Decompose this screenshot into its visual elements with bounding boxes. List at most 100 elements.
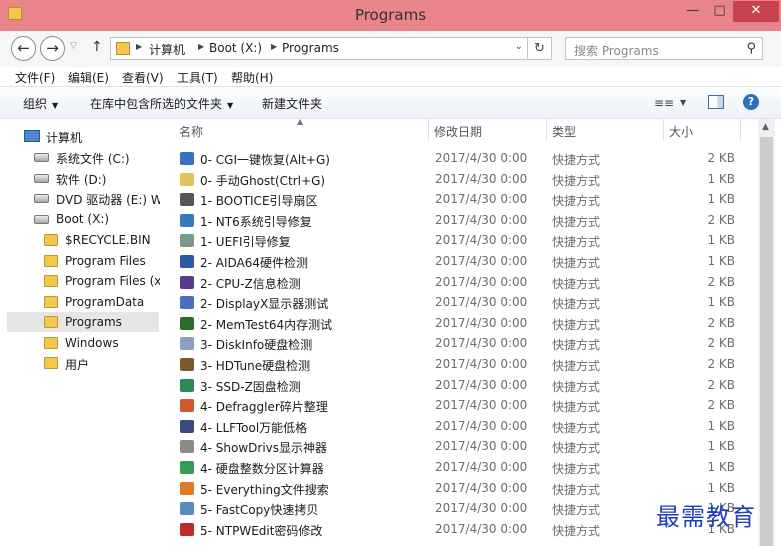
organize-button[interactable]: 组织 ▼ (23, 95, 58, 112)
drive-icon (34, 153, 49, 162)
refresh-button[interactable]: ↻ (528, 37, 552, 60)
nav-item-drive-c[interactable]: 系统文件 (C:) (32, 147, 160, 167)
column-header-size[interactable]: 大小 (669, 123, 693, 140)
nav-item-programs[interactable]: Programs (7, 312, 159, 332)
chevron-right-icon[interactable]: ▶ (271, 42, 277, 51)
displayx-icon (180, 296, 194, 310)
file-row[interactable]: 2- MemTest64内存测试 2017/4/30 0:00 快捷方式 2 KB (163, 313, 758, 334)
file-row[interactable]: 4- Defraggler碎片整理 2017/4/30 0:00 快捷方式 2 KB (163, 395, 758, 416)
nav-item-drive-d[interactable]: 软件 (D:) (32, 168, 160, 188)
close-button[interactable]: ✕ (733, 1, 779, 22)
file-row[interactable]: 1- NT6系统引导修复 2017/4/30 0:00 快捷方式 2 KB (163, 210, 758, 231)
file-row[interactable]: 0- 手动Ghost(Ctrl+G) 2017/4/30 0:00 快捷方式 1 KB (163, 169, 758, 190)
chevron-down-icon: ▼ (52, 101, 59, 110)
defraggler-icon (180, 399, 194, 413)
help-icon[interactable]: ? (743, 94, 759, 110)
maximize-button[interactable]: □ (706, 1, 733, 22)
folder-icon (44, 337, 58, 349)
folder-icon (44, 275, 58, 287)
column-divider[interactable] (663, 119, 664, 141)
menu-help[interactable]: 帮助(H) (231, 69, 273, 86)
recent-locations-chevron-down-icon[interactable]: ▽ (70, 41, 77, 51)
search-input[interactable]: 搜索 Programs ⚲ (565, 37, 763, 60)
file-row[interactable]: 0- CGI一键恢复(Alt+G) 2017/4/30 0:00 快捷方式 2 KB (163, 148, 758, 169)
file-modified-date: 2017/4/30 0:00 (435, 357, 528, 371)
vertical-scrollbar[interactable]: ▲ (758, 119, 775, 546)
column-divider[interactable] (428, 119, 429, 141)
breadcrumb-computer[interactable]: 计算机 (149, 41, 185, 58)
file-modified-date: 2017/4/30 0:00 (435, 151, 528, 165)
file-size: 1 KB (707, 418, 735, 433)
preview-pane-icon[interactable] (708, 95, 724, 109)
menu-view[interactable]: 查看(V) (122, 69, 164, 86)
file-row[interactable]: 4- ShowDrivs显示神器 2017/4/30 0:00 快捷方式 1 KB (163, 436, 758, 457)
file-row[interactable]: 2- DisplayX显示器测试 2017/4/30 0:00 快捷方式 1 KB (163, 292, 758, 313)
search-icon[interactable]: ⚲ (746, 41, 756, 56)
breadcrumb-boot-drive[interactable]: Boot (X:) (209, 41, 262, 55)
file-row[interactable]: 3- HDTune硬盘检测 2017/4/30 0:00 快捷方式 2 KB (163, 354, 758, 375)
column-divider[interactable] (546, 119, 547, 141)
folder-icon (44, 296, 58, 308)
file-modified-date: 2017/4/30 0:00 (435, 233, 528, 248)
file-list: ▲ 名称 修改日期 类型 大小 0- CGI一键恢复(Alt+G) 2017/4/… (163, 119, 758, 546)
chevron-right-icon[interactable]: ▶ (136, 42, 142, 51)
include-in-library-button[interactable]: 在库中包含所选的文件夹 ▼ (90, 95, 233, 112)
up-arrow-icon[interactable]: ↑ (91, 39, 103, 55)
view-options-icon[interactable]: ≡≡ (654, 96, 674, 110)
minimize-button[interactable]: — (679, 1, 706, 22)
nav-item-windows[interactable]: Windows (42, 333, 160, 353)
file-row[interactable]: 3- SSD-Z固盘检测 2017/4/30 0:00 快捷方式 2 KB (163, 375, 758, 396)
back-button[interactable]: ← (11, 36, 36, 61)
file-row[interactable]: 1- BOOTICE引导扇区 2017/4/30 0:00 快捷方式 1 KB (163, 189, 758, 210)
file-modified-date: 2017/4/30 0:00 (435, 192, 528, 207)
nav-item-dvd-drive[interactable]: DVD 驱动器 (E:) Wi (32, 188, 160, 208)
file-size: 1 KB (707, 460, 735, 474)
file-row[interactable]: 2- AIDA64硬件检测 2017/4/30 0:00 快捷方式 1 KB (163, 251, 758, 272)
file-modified-date: 2017/4/30 0:00 (435, 521, 528, 536)
nav-item-boot-drive[interactable]: Boot (X:) (32, 209, 160, 229)
column-divider[interactable] (740, 119, 741, 141)
fastcopy-icon (180, 502, 194, 516)
file-row[interactable]: 3- DiskInfo硬盘检测 2017/4/30 0:00 快捷方式 2 KB (163, 333, 758, 354)
column-header-type[interactable]: 类型 (552, 123, 576, 140)
menu-edit[interactable]: 编辑(E) (68, 69, 109, 86)
file-row[interactable]: 2- CPU-Z信息检测 2017/4/30 0:00 快捷方式 2 KB (163, 272, 758, 293)
file-name: 1- UEFI引导修复 (200, 235, 291, 250)
nav-item-users[interactable]: 用户 (42, 353, 160, 373)
address-bar[interactable]: ▶ 计算机 ▶ Boot (X:) ▶ Programs ⌄ (110, 37, 528, 60)
file-size: 1 KB (707, 439, 735, 454)
column-header-name[interactable]: 名称 (179, 123, 203, 140)
file-name: 4- ShowDrivs显示神器 (200, 441, 328, 456)
nav-item-computer[interactable]: 计算机 (20, 126, 160, 146)
file-type: 快捷方式 (552, 276, 601, 291)
address-toolbar: ← → ▽ ↑ ▶ 计算机 ▶ Boot (X:) ▶ Programs ⌄ ↻… (0, 31, 781, 67)
file-modified-date: 2017/4/30 0:00 (435, 418, 528, 433)
cpuz-icon (180, 275, 194, 289)
chevron-down-icon[interactable]: ⌄ (515, 41, 523, 52)
nav-item-programdata[interactable]: ProgramData (42, 292, 160, 312)
menu-tools[interactable]: 工具(T) (177, 69, 218, 86)
scroll-up-arrow-icon[interactable]: ▲ (762, 122, 769, 132)
file-row[interactable]: 1- UEFI引导修复 2017/4/30 0:00 快捷方式 1 KB (163, 230, 758, 251)
breadcrumb-programs[interactable]: Programs (282, 41, 339, 55)
file-row[interactable]: 4- LLFTool万能低格 2017/4/30 0:00 快捷方式 1 KB (163, 416, 758, 437)
nt6-icon (180, 213, 194, 227)
chevron-down-icon[interactable]: ▼ (680, 98, 686, 107)
chevron-right-icon[interactable]: ▶ (198, 42, 204, 51)
column-header-modified[interactable]: 修改日期 (434, 123, 482, 140)
scrollbar-thumb[interactable] (760, 137, 773, 546)
nav-label: 软件 (D:) (56, 173, 107, 187)
file-row[interactable]: 5- Everything文件搜索 2017/4/30 0:00 快捷方式 1 KB (163, 478, 758, 499)
file-type: 快捷方式 (552, 359, 601, 373)
file-type: 快捷方式 (552, 235, 601, 250)
nav-item-recycle-bin[interactable]: $RECYCLE.BIN (42, 230, 160, 250)
menu-file[interactable]: 文件(F) (15, 69, 55, 86)
aida64-icon (180, 255, 194, 268)
file-row[interactable]: 4- 硬盘整数分区计算器 2017/4/30 0:00 快捷方式 1 KB (163, 457, 758, 478)
hdtune-icon (180, 358, 194, 371)
file-name: 3- DiskInfo硬盘检测 (200, 338, 313, 353)
nav-item-program-files-x86[interactable]: Program Files (x (42, 271, 160, 291)
forward-button[interactable]: → (40, 36, 65, 61)
nav-item-program-files[interactable]: Program Files (42, 251, 160, 271)
new-folder-button[interactable]: 新建文件夹 (262, 95, 322, 112)
